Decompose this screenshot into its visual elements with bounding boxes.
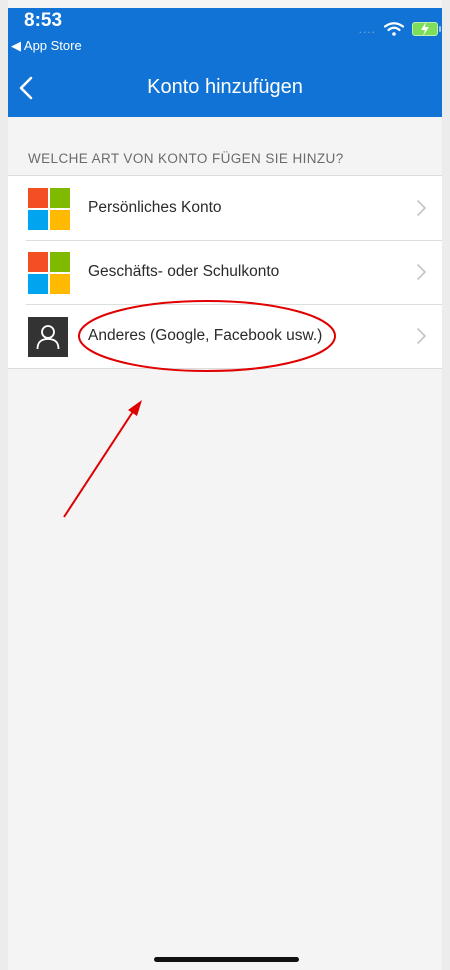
annotation-circle bbox=[78, 300, 336, 372]
home-indicator[interactable] bbox=[154, 957, 299, 962]
annotation-arrow bbox=[63, 409, 135, 518]
annotation-arrowhead bbox=[128, 400, 142, 416]
annotation-overlay bbox=[63, 300, 336, 518]
